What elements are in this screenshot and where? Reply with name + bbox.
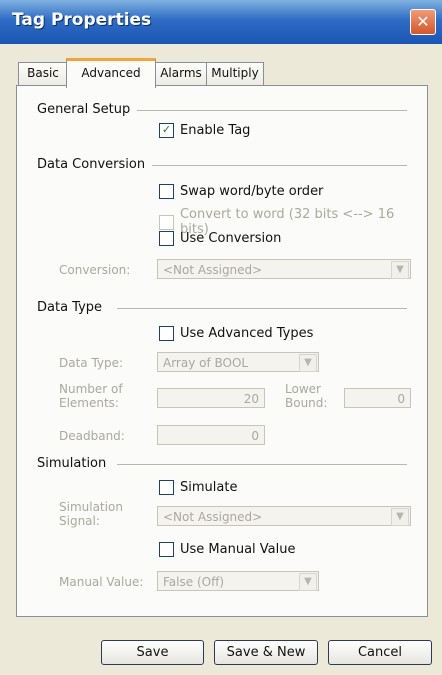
- number-of-elements-field: 20: [157, 388, 265, 408]
- tab-multiply[interactable]: Multiply: [206, 62, 264, 85]
- use-advanced-types-row[interactable]: Use Advanced Types: [159, 326, 313, 341]
- manual-value-dropdown: False (Off) ▼: [157, 571, 319, 591]
- use-advanced-types-label: Use Advanced Types: [180, 326, 314, 341]
- tab-alarms-label: Alarms: [160, 66, 202, 80]
- manual-value-value: False (Off): [163, 575, 225, 589]
- deadband-field: 0: [157, 425, 265, 445]
- enable-tag-label: Enable Tag: [180, 123, 251, 138]
- number-of-elements-label: Number of Elements:: [59, 382, 123, 410]
- data-type-dropdown: Array of BOOL ▼: [157, 352, 319, 372]
- enable-tag-checkbox[interactable]: ✓: [159, 123, 174, 138]
- use-conversion-checkbox[interactable]: [159, 231, 174, 246]
- section-divider: [137, 110, 407, 111]
- use-manual-value-label: Use Manual Value: [180, 542, 296, 557]
- tab-multiply-label: Multiply: [211, 66, 259, 80]
- save-and-new-button-label: Save & New: [226, 645, 306, 660]
- swap-order-row[interactable]: Swap word/byte order: [159, 184, 323, 199]
- swap-order-label: Swap word/byte order: [180, 184, 324, 199]
- chevron-down-icon: ▼: [299, 573, 317, 591]
- data-conversion-heading: Data Conversion: [37, 157, 146, 172]
- simulation-signal-label: Simulation Signal:: [59, 500, 123, 528]
- manual-value-label: Manual Value:: [59, 575, 144, 589]
- data-type-value: Array of BOOL: [163, 356, 249, 370]
- save-button[interactable]: Save: [101, 640, 204, 665]
- cancel-button[interactable]: Cancel: [328, 640, 432, 665]
- conversion-label: Conversion:: [59, 263, 131, 277]
- tag-properties-dialog: Tag Properties ✕ Basic Advanced Alarms M…: [0, 0, 442, 675]
- simulation-signal-value: <Not Assigned>: [163, 510, 263, 524]
- simulation-heading: Simulation: [37, 456, 107, 471]
- data-type-label: Data Type:: [59, 356, 124, 370]
- lower-bound-value: 0: [397, 392, 405, 406]
- close-button[interactable]: ✕: [410, 9, 436, 35]
- use-conversion-row[interactable]: Use Conversion: [159, 231, 281, 246]
- simulation-signal-dropdown: <Not Assigned> ▼: [157, 506, 411, 526]
- tab-advanced[interactable]: Advanced: [66, 58, 156, 88]
- tab-advanced-label: Advanced: [81, 66, 141, 80]
- enable-tag-row[interactable]: ✓ Enable Tag: [159, 123, 250, 138]
- convert-to-word-checkbox: [159, 214, 174, 230]
- simulate-label: Simulate: [180, 480, 238, 495]
- simulate-row[interactable]: Simulate: [159, 480, 237, 495]
- chevron-down-icon: ▼: [299, 354, 317, 372]
- section-divider: [117, 308, 407, 309]
- section-divider: [117, 464, 407, 465]
- deadband-label: Deadband:: [59, 429, 125, 443]
- general-setup-heading: General Setup: [37, 102, 131, 117]
- deadband-value: 0: [251, 429, 259, 443]
- use-manual-value-checkbox[interactable]: [159, 542, 174, 557]
- lower-bound-label: Lower Bound:: [285, 382, 328, 410]
- section-divider: [152, 165, 407, 166]
- data-type-heading: Data Type: [37, 300, 103, 315]
- title-bar[interactable]: Tag Properties ✕: [0, 0, 442, 44]
- swap-order-checkbox[interactable]: [159, 184, 174, 199]
- tab-alarms[interactable]: Alarms: [155, 62, 207, 85]
- window-title: Tag Properties: [12, 10, 152, 30]
- cancel-button-label: Cancel: [357, 645, 403, 660]
- tab-basic-label: Basic: [27, 66, 59, 80]
- use-manual-value-row[interactable]: Use Manual Value: [159, 542, 296, 557]
- save-button-label: Save: [136, 645, 169, 660]
- simulate-checkbox[interactable]: [159, 480, 174, 495]
- tab-basic[interactable]: Basic: [18, 62, 68, 85]
- lower-bound-field: 0: [344, 388, 411, 408]
- chevron-down-icon: ▼: [391, 508, 409, 526]
- conversion-dropdown: <Not Assigned> ▼: [157, 259, 411, 279]
- chevron-down-icon: ▼: [391, 261, 409, 279]
- use-advanced-types-checkbox[interactable]: [159, 326, 174, 341]
- use-conversion-label: Use Conversion: [180, 231, 282, 246]
- number-of-elements-value: 20: [243, 392, 259, 406]
- save-and-new-button[interactable]: Save & New: [214, 640, 318, 665]
- close-icon: ✕: [416, 12, 430, 31]
- conversion-value: <Not Assigned>: [163, 263, 263, 277]
- advanced-panel: General Setup ✓ Enable Tag Data Conversi…: [16, 85, 428, 617]
